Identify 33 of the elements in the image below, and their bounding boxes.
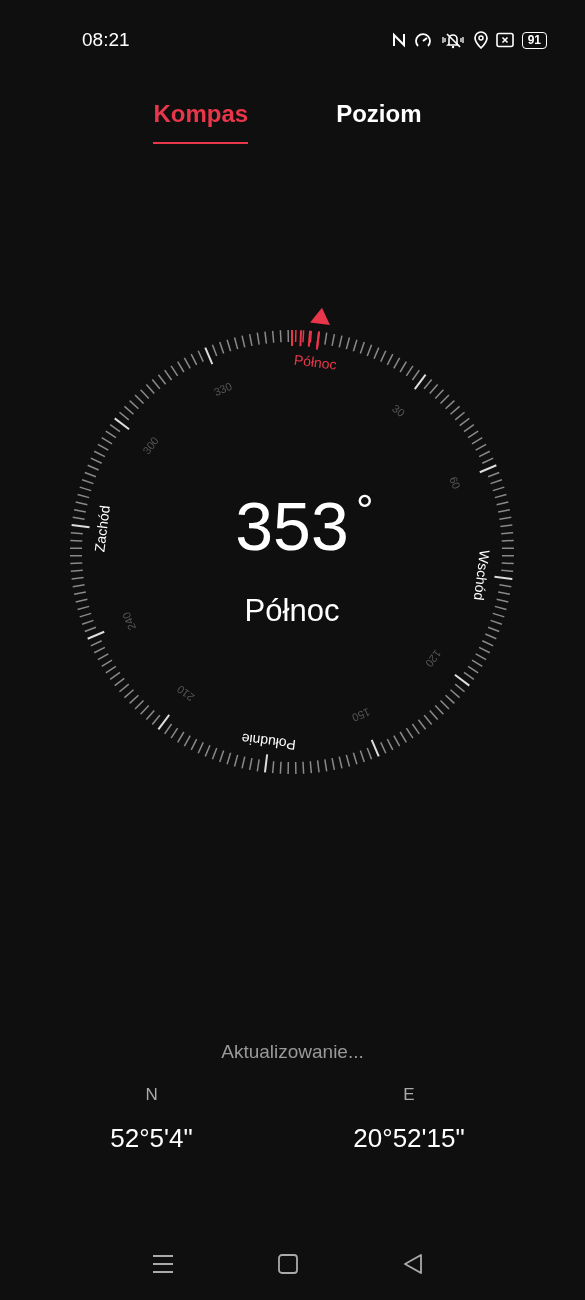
degree-label: 120 [423, 647, 444, 670]
location-pin-icon [473, 31, 488, 49]
degree-label: 60 [447, 474, 463, 491]
tab[interactable]: Kompas [153, 100, 249, 144]
degree-label: 210 [174, 683, 197, 704]
degree-label: 300 [140, 434, 161, 457]
direction-label: Północ [244, 593, 340, 628]
home-square-icon[interactable] [278, 1254, 299, 1274]
coordinate-label: N [145, 1085, 158, 1105]
degree-symbol: ° [356, 486, 374, 535]
back-icon[interactable] [402, 1254, 423, 1274]
coordinate-value: 20°52'15" [353, 1123, 465, 1154]
speedometer-icon [413, 31, 432, 49]
battery-indicator: 91 [521, 31, 547, 49]
degree-label: 330 [212, 379, 234, 399]
cardinal-label: Północ [293, 351, 338, 373]
menu-icon[interactable] [152, 1254, 175, 1274]
heading-value: 353 [235, 488, 349, 564]
coordinate-value: 52°5'4" [110, 1123, 193, 1154]
nfc-icon [391, 32, 406, 48]
coordinate-label: E [403, 1085, 415, 1105]
status-time: 08:21 [82, 29, 130, 51]
cardinal-label: Południe [240, 730, 297, 754]
cardinal-label: Zachód [91, 504, 113, 553]
update-status: Aktualizowanie... [220, 1041, 365, 1063]
tab[interactable]: Poziom [336, 100, 422, 144]
muted-bell-icon [439, 31, 466, 49]
degree-label: 30 [390, 402, 408, 420]
degree-label: 150 [350, 705, 372, 725]
degree-label: 240 [119, 610, 139, 632]
sim-off-icon [495, 32, 514, 48]
north-pointer-icon [310, 307, 330, 325]
cardinal-label: Wschód [470, 549, 493, 602]
